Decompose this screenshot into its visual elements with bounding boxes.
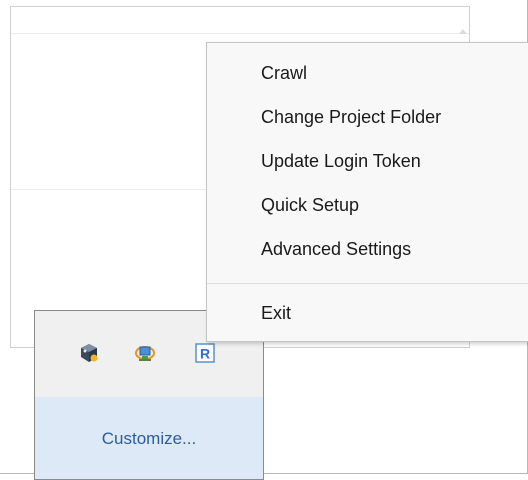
virtualbox-cube-icon[interactable] [79,343,99,363]
menu-item-exit[interactable]: Exit [261,299,291,327]
menu-item-update-login-token[interactable]: Update Login Token [261,147,421,175]
menu-item-advanced-settings[interactable]: Advanced Settings [261,235,411,263]
r-app-icon-letter: R [200,346,210,362]
menu-separator [207,283,528,284]
menu-item-crawl[interactable]: Crawl [261,59,307,87]
menu-item-quick-setup[interactable]: Quick Setup [261,191,359,219]
tray-customize-area: Customize... [35,397,263,479]
tray-context-menu: Crawl Change Project Folder Update Login… [206,42,528,342]
network-computer-icon[interactable] [135,343,155,363]
menu-item-change-project-folder[interactable]: Change Project Folder [261,103,441,131]
r-app-icon[interactable]: R [195,343,215,363]
scroll-up-arrow-icon [459,29,467,34]
customize-link[interactable]: Customize... [35,429,263,449]
background-window-topbar [11,7,469,34]
